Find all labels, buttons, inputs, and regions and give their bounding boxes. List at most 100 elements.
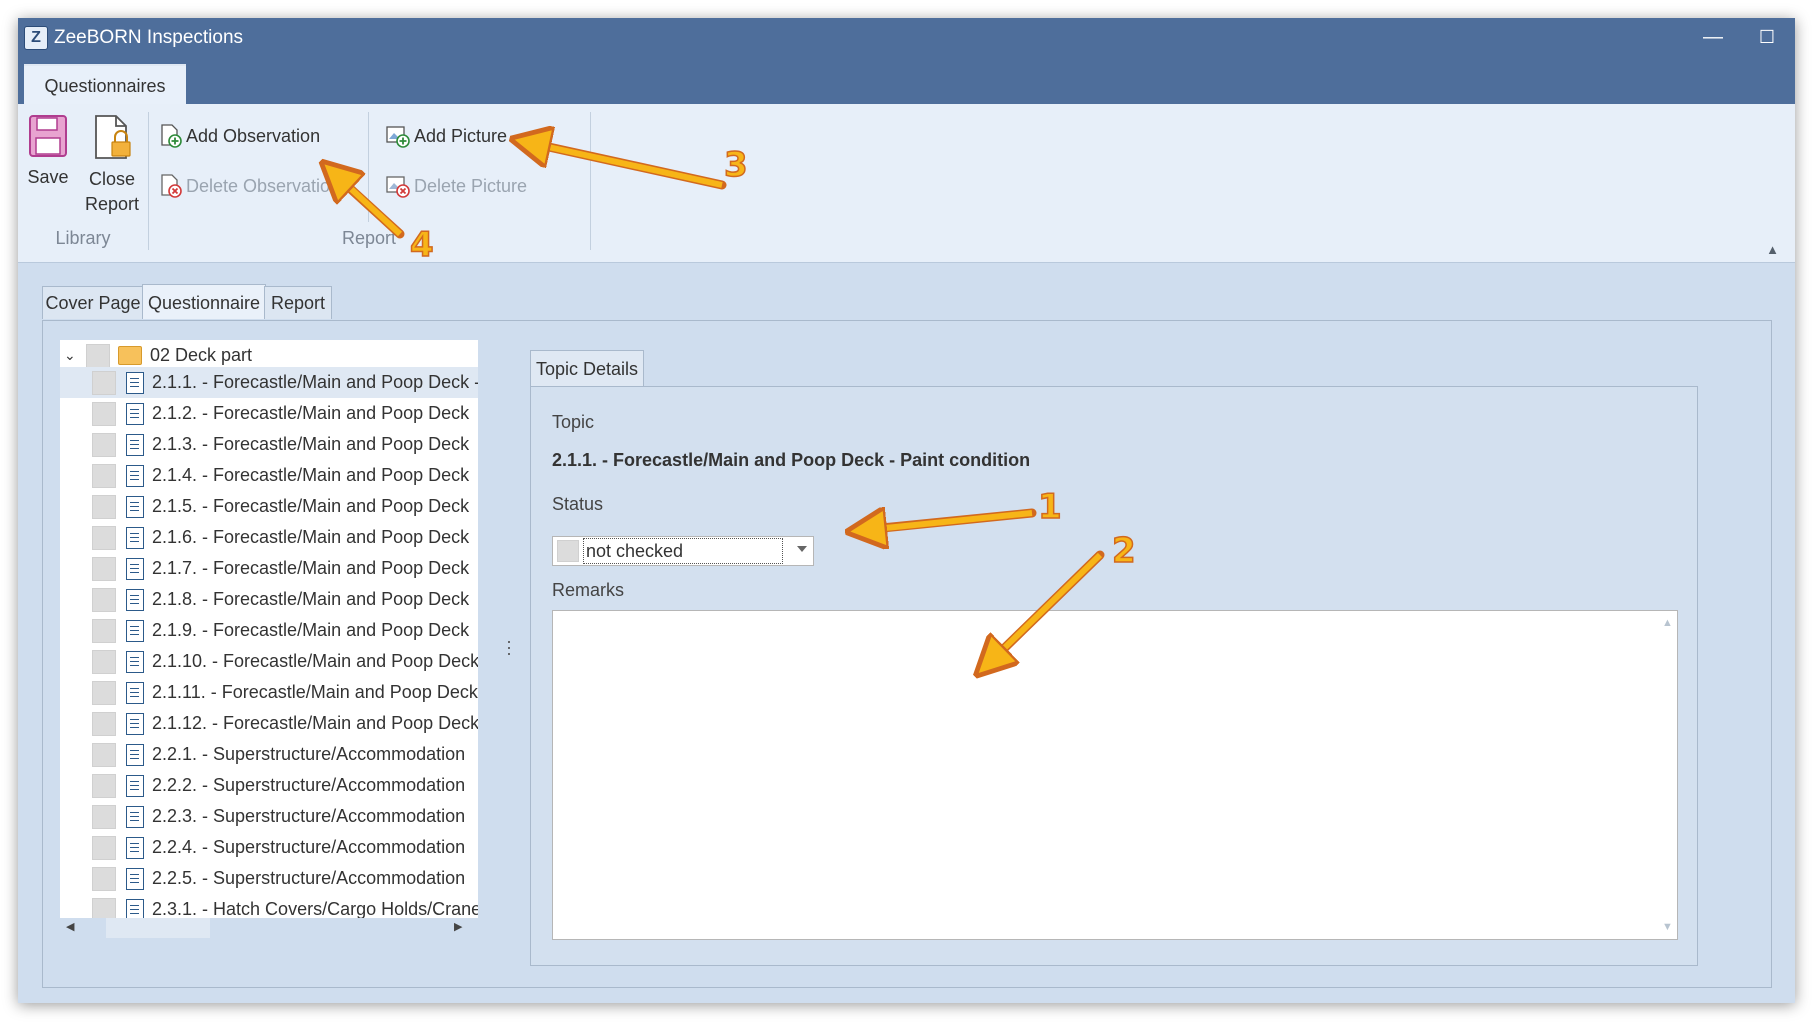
- close-report-button[interactable]: Close Report: [82, 114, 142, 217]
- tree-topic-row[interactable]: 2.2.3. - Superstructure/Accommodation: [60, 801, 478, 832]
- tree-topic-row[interactable]: 2.1.6. - Forecastle/Main and Poop Deck: [60, 522, 478, 553]
- scroll-thumb[interactable]: [106, 918, 210, 938]
- document-icon: [126, 650, 144, 673]
- status-color-swatch: [557, 540, 579, 562]
- status-checkbox[interactable]: [92, 773, 116, 798]
- splitter-handle[interactable]: · · ·: [506, 632, 512, 662]
- status-dropdown[interactable]: not checked: [552, 536, 814, 566]
- delete-document-icon: [161, 174, 182, 198]
- status-checkbox[interactable]: [92, 556, 116, 581]
- title-bar: Z ZeeBORN Inspections — ☐ ✕ Questionnair…: [18, 18, 1795, 108]
- tree-topic-label: 2.1.4. - Forecastle/Main and Poop Deck: [152, 465, 470, 485]
- document-icon: [126, 371, 144, 394]
- status-checkbox[interactable]: [92, 804, 116, 829]
- ribbon-tab-questionnaires[interactable]: Questionnaires: [24, 64, 186, 108]
- tree-topic-label: 2.2.5. - Superstructure/Accommodation: [152, 868, 466, 888]
- topic-tree[interactable]: ⌄ 02 Deck part 2.1.1. - Forecastle/Main an…: [60, 340, 478, 918]
- tree-topic-label: 2.3.1. - Hatch Covers/Cargo Holds/Cranes: [152, 899, 478, 918]
- document-icon: [126, 402, 144, 425]
- tree-topic-row[interactable]: 2.1.2. - Forecastle/Main and Poop Deck: [60, 398, 478, 429]
- status-value: not checked: [583, 538, 783, 564]
- chevron-down-icon[interactable]: [797, 546, 807, 552]
- save-button[interactable]: Save: [26, 114, 70, 190]
- status-checkbox[interactable]: [92, 711, 116, 736]
- close-report-label-1: Close: [88, 169, 136, 189]
- scroll-up-icon[interactable]: ▲: [1662, 617, 1673, 629]
- tab-report[interactable]: Report: [264, 286, 332, 319]
- tree-folder-label: 02 Deck part: [150, 345, 253, 365]
- add-observation-button[interactable]: Add Observation: [160, 122, 320, 150]
- status-checkbox[interactable]: [92, 835, 116, 860]
- status-checkbox[interactable]: [92, 866, 116, 891]
- minimize-button[interactable]: —: [1698, 24, 1728, 50]
- tree-topic-label: 2.2.4. - Superstructure/Accommodation: [152, 837, 466, 857]
- app-window: Z ZeeBORN Inspections — ☐ ✕ Questionnair…: [18, 18, 1795, 1003]
- tree-topic-label: 2.1.6. - Forecastle/Main and Poop Deck: [152, 527, 470, 547]
- tree-topic-row[interactable]: 2.2.1. - Superstructure/Accommodation: [60, 739, 478, 770]
- tree-topic-row[interactable]: 2.1.8. - Forecastle/Main and Poop Deck: [60, 584, 478, 615]
- tree-topic-row[interactable]: 2.1.12. - Forecastle/Main and Poop Deck: [60, 708, 478, 739]
- remarks-scrollbar[interactable]: ▲ ▼: [1657, 611, 1677, 939]
- tree-topic-row[interactable]: 2.1.3. - Forecastle/Main and Poop Deck: [60, 429, 478, 460]
- tree-horizontal-scrollbar[interactable]: ◀ ▶: [60, 918, 478, 938]
- tree-topic-row[interactable]: 2.1.9. - Forecastle/Main and Poop Deck: [60, 615, 478, 646]
- document-icon: [126, 619, 144, 642]
- delete-observation-button[interactable]: Delete Observation: [160, 172, 340, 200]
- status-checkbox[interactable]: [92, 463, 116, 488]
- status-checkbox[interactable]: [92, 680, 116, 705]
- document-icon: [126, 836, 144, 859]
- tree-topic-row[interactable]: 2.1.7. - Forecastle/Main and Poop Deck: [60, 553, 478, 584]
- group-separator: [368, 112, 369, 222]
- status-checkbox[interactable]: [92, 494, 116, 519]
- status-checkbox[interactable]: [92, 587, 116, 612]
- tree-topic-label: 2.1.5. - Forecastle/Main and Poop Deck: [152, 496, 470, 516]
- scroll-left-icon[interactable]: ◀: [66, 920, 74, 933]
- document-icon: [126, 557, 144, 580]
- document-icon: [126, 774, 144, 797]
- tab-cover-page[interactable]: Cover Page: [42, 286, 144, 319]
- document-icon: [126, 712, 144, 735]
- tree-topic-label: 2.1.3. - Forecastle/Main and Poop Deck: [152, 434, 470, 454]
- tree-topic-row[interactable]: 2.3.1. - Hatch Covers/Cargo Holds/Cranes: [60, 894, 478, 918]
- add-picture-icon: [386, 126, 410, 148]
- add-picture-button[interactable]: Add Picture: [386, 122, 507, 150]
- status-checkbox[interactable]: [92, 742, 116, 767]
- tree-topic-row[interactable]: 2.2.4. - Superstructure/Accommodation: [60, 832, 478, 863]
- window-title: ZeeBORN Inspections: [54, 27, 244, 48]
- topic-label: Topic: [552, 412, 595, 432]
- scroll-down-icon[interactable]: ▼: [1662, 921, 1673, 933]
- tree-topic-label: 2.1.1. - Forecastle/Main and Poop Deck -…: [152, 372, 478, 392]
- document-icon: [126, 805, 144, 828]
- ribbon-collapse-icon[interactable]: ▲: [1766, 242, 1779, 257]
- status-checkbox[interactable]: [92, 649, 116, 674]
- delete-observation-label: Delete Observation: [186, 175, 341, 196]
- status-checkbox[interactable]: [92, 525, 116, 550]
- delete-picture-label: Delete Picture: [414, 175, 528, 196]
- status-checkbox[interactable]: [92, 401, 116, 426]
- tab-topic-details[interactable]: Topic Details: [530, 350, 644, 387]
- tree-topic-row[interactable]: 2.1.10. - Forecastle/Main and Poop Deck: [60, 646, 478, 677]
- maximize-button[interactable]: ☐: [1752, 24, 1782, 50]
- status-checkbox[interactable]: [86, 343, 110, 368]
- status-checkbox[interactable]: [92, 618, 116, 643]
- tree-topic-row[interactable]: 2.1.4. - Forecastle/Main and Poop Deck: [60, 460, 478, 491]
- save-icon: [29, 115, 67, 157]
- tree-topic-row[interactable]: 2.2.2. - Superstructure/Accommodation: [60, 770, 478, 801]
- scroll-right-icon[interactable]: ▶: [454, 920, 462, 933]
- remarks-textarea[interactable]: ▲ ▼: [552, 610, 1678, 940]
- status-checkbox[interactable]: [92, 370, 116, 395]
- group-separator: [590, 112, 591, 250]
- tree-topic-row[interactable]: 2.1.5. - Forecastle/Main and Poop Deck: [60, 491, 478, 522]
- status-checkbox[interactable]: [92, 432, 116, 457]
- tab-questionnaire[interactable]: Questionnaire: [142, 284, 266, 319]
- chevron-down-icon[interactable]: ⌄: [64, 347, 86, 364]
- add-picture-label: Add Picture: [414, 125, 508, 146]
- tree-topic-row[interactable]: 2.2.5. - Superstructure/Accommodation: [60, 863, 478, 894]
- delete-picture-button[interactable]: Delete Picture: [386, 172, 527, 200]
- status-checkbox[interactable]: [92, 897, 116, 918]
- tree-topic-row[interactable]: 2.1.1. - Forecastle/Main and Poop Deck -…: [60, 367, 478, 398]
- tree-topic-row[interactable]: 2.1.11. - Forecastle/Main and Poop Deck: [60, 677, 478, 708]
- lock-document-icon: [95, 115, 131, 159]
- delete-picture-icon: [386, 176, 410, 198]
- library-group-label: Library: [55, 228, 111, 248]
